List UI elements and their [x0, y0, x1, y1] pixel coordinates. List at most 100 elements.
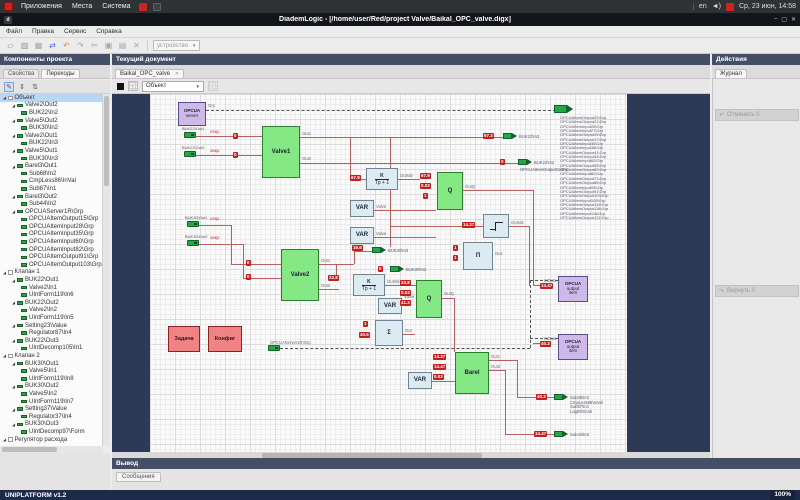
- menu-edit[interactable]: Правка: [32, 28, 54, 35]
- undo-entry[interactable]: ↶ Отменить 0: [715, 109, 799, 121]
- input-connector[interactable]: [184, 132, 196, 138]
- tree-item[interactable]: UIntDecomp97\Form: [0, 428, 102, 436]
- tree-item[interactable]: OPCUAItemOutput103\Grp: [0, 261, 102, 269]
- tree-item[interactable]: Valve2\In2: [0, 307, 102, 315]
- toolbar-sync-icon[interactable]: ⇄: [47, 40, 58, 51]
- diagram-canvas[interactable]: OPCUAserverValve1KTp + 1QVARVARΠValve2KT…: [112, 94, 710, 452]
- output-connector[interactable]: [554, 394, 563, 400]
- tree-item[interactable]: OPCUAItemOutput15\Grp: [0, 216, 102, 224]
- tree-item[interactable]: ◢Valve2\Out2: [0, 102, 102, 110]
- tree-item[interactable]: ◢Barel3\Out2: [0, 193, 102, 201]
- tree-item[interactable]: ◢BUK30\Out3: [0, 421, 102, 429]
- tree-item[interactable]: ◢BUK22\Out1: [0, 276, 102, 284]
- block-opcua-server[interactable]: OPCUAserver: [178, 102, 206, 126]
- tree-vertical-scrollbar[interactable]: [103, 94, 110, 446]
- tree-item[interactable]: ◢Setting37\Value: [0, 405, 102, 413]
- tree-item[interactable]: BUK30\In3: [0, 155, 102, 163]
- redo-entry[interactable]: ↷ Вернуть 0: [715, 285, 799, 297]
- clock[interactable]: Ср, 23 июн, 14:58: [739, 3, 796, 10]
- toolbar-paste-icon[interactable]: ▤: [117, 40, 128, 51]
- block-valve2[interactable]: Valve2: [281, 249, 319, 301]
- tree-item[interactable]: Sub87\In1: [0, 185, 102, 193]
- block-var3[interactable]: VAR: [378, 298, 402, 314]
- tree-item[interactable]: CmpLess86\InVal: [0, 178, 102, 186]
- block-konfig[interactable]: Конфиг: [208, 326, 242, 352]
- output-connector[interactable]: [390, 266, 399, 272]
- block-k1[interactable]: KTp + 1: [366, 168, 398, 190]
- tree-item[interactable]: BUK22\In2: [0, 109, 102, 117]
- desktop-menu-applications[interactable]: Приложения: [19, 3, 64, 10]
- block-q1[interactable]: Q: [437, 172, 463, 210]
- block-zadacha[interactable]: Задача: [168, 326, 200, 352]
- zoom-level[interactable]: 100%: [770, 490, 795, 500]
- sort-updown-icon[interactable]: ⇕: [17, 82, 27, 92]
- block-mul1[interactable]: Π: [463, 242, 493, 270]
- tree-item[interactable]: ◢Клапан 2: [0, 352, 102, 360]
- tab-close-icon[interactable]: ✕: [175, 71, 179, 77]
- tree-item[interactable]: OPCUAItemOutput91\Grp: [0, 253, 102, 261]
- block-k2[interactable]: KTp + 1: [353, 274, 385, 296]
- block-barel[interactable]: Barel: [455, 352, 489, 394]
- tree-item[interactable]: ◢Valve5\Out1: [0, 147, 102, 155]
- desktop-menu-system[interactable]: Система: [100, 3, 132, 10]
- block-q2[interactable]: Q: [416, 280, 442, 318]
- toolbar-cut-icon[interactable]: ✂: [89, 40, 100, 51]
- volume-icon[interactable]: ◄): [712, 3, 721, 10]
- tree-item[interactable]: ◢Valve2\Out1: [0, 132, 102, 140]
- input-connector[interactable]: [187, 240, 199, 246]
- tree-item[interactable]: OPCUAItemInput60\Grp: [0, 238, 102, 246]
- tree-item[interactable]: ◢Клапан 1: [0, 269, 102, 277]
- block-sum1[interactable]: Σ: [375, 320, 403, 346]
- toolbar-copy-icon[interactable]: ▣: [103, 40, 114, 51]
- tree-item[interactable]: OPCUAItemInput82\Grp: [0, 246, 102, 254]
- block-opcua-out2[interactable]: OPCUAoutputitem: [558, 334, 588, 360]
- tree-item[interactable]: ◢Valve5\Out2: [0, 117, 102, 125]
- block-var4[interactable]: VAR: [408, 372, 432, 389]
- tree-item[interactable]: Valve5\In1: [0, 367, 102, 375]
- block-var1[interactable]: VAR: [350, 200, 374, 217]
- object-dropdown[interactable]: Объект ▼: [142, 81, 204, 92]
- tree-horizontal-scrollbar[interactable]: [0, 446, 103, 453]
- desktop-menu-places[interactable]: Места: [70, 3, 94, 10]
- maximize-icon[interactable]: ▢: [781, 16, 787, 23]
- output-connector[interactable]: [518, 159, 527, 165]
- tree-item[interactable]: Valve2\In1: [0, 284, 102, 292]
- tree-item[interactable]: ◢Объект: [0, 94, 102, 102]
- tree-item[interactable]: BUK30\In2: [0, 124, 102, 132]
- toolbar-open-icon[interactable]: ▨: [19, 40, 30, 51]
- toolbar-new-file-icon[interactable]: ▱: [5, 40, 16, 51]
- grid-toggle-icon[interactable]: [128, 81, 138, 91]
- block-var2[interactable]: VAR: [350, 227, 374, 244]
- menu-service[interactable]: Сервис: [64, 28, 86, 35]
- tree-item[interactable]: ◢OPCUAServer1R\Grp: [0, 208, 102, 216]
- tree-item[interactable]: ◢Barel3\Out1: [0, 162, 102, 170]
- tree-item[interactable]: Sub68\In2: [0, 170, 102, 178]
- tree-item[interactable]: UIntDecomp105\In1: [0, 345, 102, 353]
- block-relay1[interactable]: [483, 214, 509, 238]
- tree-item[interactable]: BUK22\In3: [0, 140, 102, 148]
- close-icon[interactable]: ✕: [791, 16, 796, 23]
- panel-app-icon[interactable]: [153, 3, 161, 11]
- edit-pencil-icon[interactable]: ✎: [4, 82, 14, 92]
- tab-transitions[interactable]: Переходы: [41, 69, 79, 78]
- keyboard-layout-indicator[interactable]: en: [693, 3, 707, 10]
- tree-item[interactable]: ◢BUK22\Out3: [0, 337, 102, 345]
- tree-item[interactable]: UIntForm119\In7: [0, 398, 102, 406]
- output-connector[interactable]: [554, 105, 567, 113]
- output-connector[interactable]: [503, 133, 512, 139]
- tree-item[interactable]: OPCUAItemInput35\Grp: [0, 231, 102, 239]
- device-dropdown[interactable]: устройство ▼: [153, 40, 200, 51]
- tree-item[interactable]: ◢BUK30\Out1: [0, 360, 102, 368]
- document-tab[interactable]: Baikal_OPC_valve ✕: [115, 69, 184, 78]
- input-connector[interactable]: [184, 151, 196, 157]
- input-connector[interactable]: [187, 221, 199, 227]
- toolbar-redo-icon[interactable]: ↷: [75, 40, 86, 51]
- menu-file[interactable]: Файл: [6, 28, 22, 35]
- tree-item[interactable]: UIntForm119\In6: [0, 291, 102, 299]
- tree-item[interactable]: UIntForm119\In8: [0, 375, 102, 383]
- tree-item[interactable]: ◢BUK30\Out2: [0, 383, 102, 391]
- stop-icon[interactable]: [117, 83, 124, 90]
- tree-item[interactable]: UIntForm119\In5: [0, 314, 102, 322]
- sort-arrows-icon[interactable]: ⇅: [30, 82, 40, 92]
- distro-logo-icon[interactable]: [4, 2, 13, 11]
